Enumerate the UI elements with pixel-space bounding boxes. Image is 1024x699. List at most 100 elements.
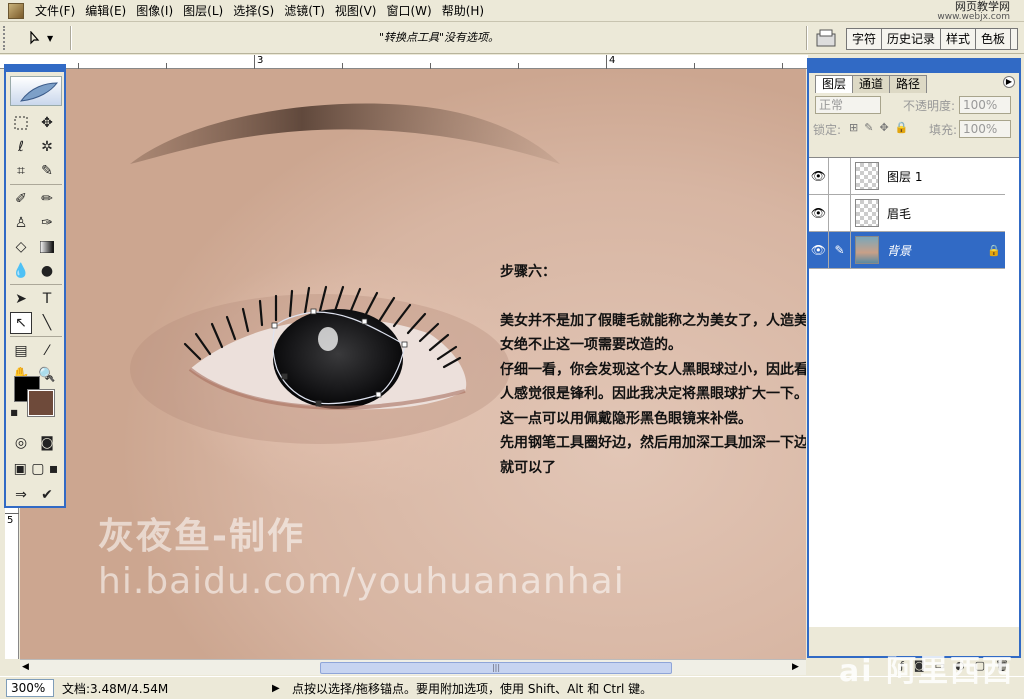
- background-color-swatch[interactable]: [27, 389, 55, 417]
- menu-help[interactable]: 帮助(H): [437, 0, 489, 22]
- file-browser-icon[interactable]: [815, 28, 837, 48]
- well-tab-character[interactable]: 字符: [847, 29, 883, 49]
- line-tool-icon[interactable]: ╲: [36, 312, 58, 334]
- document-canvas[interactable]: 步骤六： 美女并不是加了假睫毛就能称之为美女了，人造美女绝不止这一项需要改造的。…: [20, 69, 806, 659]
- layers-palette: 图层 通道 路径 ▶ 正常 不透明度: 100% 锁定: ⊞ ✎ ✥ 🔒 填充:…: [807, 58, 1021, 672]
- layer-row-eyebrow[interactable]: 👁 眉毛: [809, 194, 1005, 232]
- tab-layers[interactable]: 图层: [815, 75, 854, 93]
- move-tool-icon[interactable]: ✥: [36, 112, 58, 134]
- dodge-tool-icon[interactable]: ●: [36, 260, 58, 282]
- link-cell[interactable]: [829, 157, 851, 195]
- crop-tool-icon[interactable]: ⌗: [10, 160, 32, 182]
- tool-preset-picker[interactable]: ▼: [18, 27, 66, 49]
- lock-transparency-icon[interactable]: ⊞: [849, 121, 858, 134]
- lock-position-icon[interactable]: ✥: [879, 121, 888, 134]
- menu-layer[interactable]: 图层(L): [178, 0, 228, 22]
- lasso-tool-icon[interactable]: ℓ: [10, 136, 32, 158]
- options-bar-grip[interactable]: [3, 26, 9, 50]
- healing-brush-tool-icon[interactable]: ✐: [10, 188, 32, 210]
- path-selection-tool-icon[interactable]: ➤: [10, 288, 32, 310]
- tutorial-note-title: 步骤六：: [500, 263, 556, 280]
- default-colors-icon[interactable]: ■: [8, 406, 20, 418]
- zoom-field[interactable]: 300%: [6, 679, 54, 697]
- top-ruler: 3 4: [0, 55, 808, 69]
- lock-buttons[interactable]: ⊞ ✎ ✥ 🔒: [849, 121, 908, 134]
- tab-paths[interactable]: 路径: [889, 75, 928, 93]
- status-menu-arrow-icon[interactable]: ▶: [272, 683, 288, 694]
- menu-image[interactable]: 图像(I): [131, 0, 178, 22]
- menu-select[interactable]: 选择(S): [228, 0, 279, 22]
- eyedropper-tool-icon[interactable]: ⁄: [36, 340, 58, 362]
- layer-name[interactable]: 眉毛: [883, 205, 911, 222]
- eye-icon[interactable]: 👁: [809, 194, 829, 232]
- marquee-tool-icon[interactable]: [10, 112, 32, 134]
- layer-list: 👁 图层 1 👁 眉毛 👁 ✎ 背景 🔒: [809, 157, 1019, 627]
- blend-mode-select[interactable]: 正常: [815, 96, 881, 114]
- tab-channels[interactable]: 通道: [852, 75, 891, 93]
- tutorial-note-body: 美女并不是加了假睫毛就能称之为美女了，人造美女绝不止这一项需要改造的。 仔细一看…: [500, 312, 806, 476]
- options-hint-text: "转换点工具"没有选项。: [378, 31, 500, 44]
- history-brush-tool-icon[interactable]: ✑: [36, 212, 58, 234]
- lock-pixels-icon[interactable]: ✎: [864, 121, 873, 134]
- eyebrow-shape: [130, 103, 560, 164]
- layer-name[interactable]: 背景: [883, 242, 911, 259]
- jump-to-imageready-icon[interactable]: ⇒: [10, 484, 32, 506]
- menu-edit[interactable]: 编辑(E): [80, 0, 131, 22]
- lock-label: 锁定:: [813, 123, 842, 137]
- menu-bar: 文件(F) 编辑(E) 图像(I) 图层(L) 选择(S) 滤镜(T) 视图(V…: [0, 0, 1024, 22]
- menu-view[interactable]: 视图(V): [330, 0, 382, 22]
- fill-field[interactable]: 100%: [959, 120, 1011, 138]
- quick-mask-mode-icon[interactable]: ◙: [36, 432, 58, 454]
- brand-watermark: ai 阿里西西: [839, 654, 1014, 689]
- type-tool-icon[interactable]: T: [36, 288, 58, 310]
- screen-mode-icons[interactable]: ▣ ▢ ▪: [10, 458, 62, 480]
- menu-file[interactable]: 文件(F): [30, 0, 80, 22]
- clone-stamp-tool-icon[interactable]: ♙: [10, 212, 32, 234]
- lock-all-icon[interactable]: 🔒: [895, 121, 909, 134]
- ruler-label: 4: [609, 55, 616, 66]
- brush-tool-icon[interactable]: ✏: [36, 188, 58, 210]
- eye-icon[interactable]: 👁: [809, 157, 829, 195]
- well-tab-swatches[interactable]: 色板: [976, 29, 1012, 49]
- chevron-down-icon: ▼: [47, 33, 54, 43]
- author-credit: 灰夜鱼-制作: [98, 516, 305, 557]
- swap-colors-icon[interactable]: ↶: [42, 372, 56, 386]
- scroll-right-icon[interactable]: ▶: [792, 662, 799, 672]
- eye-icon[interactable]: 👁: [809, 231, 829, 269]
- eraser-tool-icon[interactable]: ◇: [10, 236, 32, 258]
- gradient-tool-icon[interactable]: [36, 236, 58, 258]
- link-cell[interactable]: [829, 194, 851, 232]
- well-tab-styles[interactable]: 样式: [941, 29, 977, 49]
- layer-thumbnail: [855, 199, 879, 227]
- photoshop-app-icon[interactable]: [8, 2, 24, 19]
- document-size-info: 文档:3.48M/4.54M: [62, 681, 169, 696]
- convert-point-tool-icon[interactable]: ↖: [10, 312, 32, 334]
- photoshop-feather-logo[interactable]: [10, 76, 62, 106]
- fill-label: 填充:: [929, 123, 958, 137]
- blur-tool-icon[interactable]: 💧: [10, 260, 32, 282]
- layer-row-background[interactable]: 👁 ✎ 背景 🔒: [809, 231, 1005, 269]
- slice-tool-icon[interactable]: ✎: [36, 160, 58, 182]
- horizontal-scrollbar[interactable]: ◀ ||| ▶: [20, 659, 806, 675]
- opacity-label: 不透明度:: [903, 99, 956, 113]
- layer-name[interactable]: 图层 1: [883, 168, 922, 185]
- layer-thumbnail: [855, 236, 879, 264]
- opacity-field[interactable]: 100%: [959, 96, 1011, 114]
- layer-row-layer1[interactable]: 👁 图层 1: [809, 157, 1005, 195]
- well-tab-history[interactable]: 历史记录: [882, 29, 942, 49]
- commit-checkmark-icon[interactable]: ✔: [36, 484, 58, 506]
- notes-tool-icon[interactable]: ▤: [10, 340, 32, 362]
- lock-icon: 🔒: [987, 243, 1001, 257]
- scroll-left-icon[interactable]: ◀: [22, 662, 29, 672]
- author-url: hi.baidu.com/youhuananhai: [98, 561, 625, 602]
- menu-filter[interactable]: 滤镜(T): [279, 0, 330, 22]
- palette-tabs: 图层 通道 路径: [815, 75, 1015, 93]
- layer-thumbnail: [855, 162, 879, 190]
- divider: [806, 26, 808, 50]
- brush-icon[interactable]: ✎: [829, 231, 851, 269]
- palette-menu-icon[interactable]: ▶: [1003, 76, 1015, 88]
- standard-mode-icon[interactable]: ◎: [10, 432, 32, 454]
- magic-wand-tool-icon[interactable]: ✲: [36, 136, 58, 158]
- menu-window[interactable]: 窗口(W): [381, 0, 436, 22]
- scrollbar-thumb[interactable]: |||: [320, 662, 672, 674]
